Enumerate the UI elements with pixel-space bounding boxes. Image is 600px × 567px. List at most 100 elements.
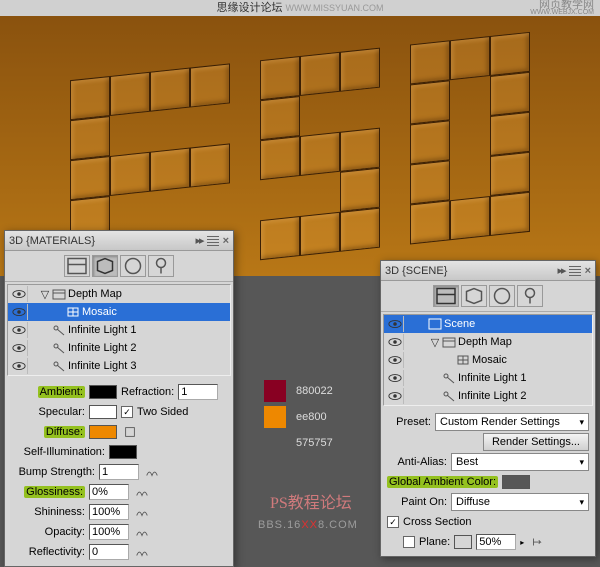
ambient-swatch[interactable] <box>89 385 117 399</box>
mesh-icon <box>66 306 80 318</box>
filter-lights-icon[interactable] <box>517 285 543 307</box>
tree-row[interactable]: Infinite Light 1 <box>8 321 230 339</box>
visibility-eye-icon[interactable] <box>386 370 404 386</box>
tree-row[interactable]: ▽ Depth Map <box>384 333 592 351</box>
tree-row[interactable]: ▽Depth Map <box>8 285 230 303</box>
tree-item-label: Infinite Light 2 <box>458 390 527 402</box>
filter-materials-icon[interactable] <box>489 285 515 307</box>
tree-item-label: Mosaic <box>82 306 117 318</box>
tree-item-label: Mosaic <box>472 354 507 366</box>
paint-label: Paint On: <box>387 496 447 508</box>
refraction-input[interactable]: 1 <box>178 384 218 400</box>
legend-label-3: 575757 <box>296 437 333 449</box>
specular-swatch[interactable] <box>89 405 117 419</box>
visibility-eye-icon[interactable] <box>10 322 28 338</box>
self-illum-label: Self-Illumination: <box>11 446 105 458</box>
header-url: WWW.MISSYUAN.COM <box>286 3 384 13</box>
tree-row[interactable]: Infinite Light 2 <box>384 387 592 405</box>
shine-tex-icon[interactable] <box>133 504 151 520</box>
disclosure-icon[interactable]: ▽ <box>40 288 50 301</box>
shine-input[interactable]: 100% <box>89 504 129 520</box>
render-settings-button[interactable]: Render Settings... <box>483 433 589 451</box>
diffuse-swatch[interactable] <box>89 425 117 439</box>
tree-row[interactable]: Infinite Light 2 <box>8 339 230 357</box>
tree-row[interactable]: Mosaic <box>384 351 592 369</box>
footer-url: BBS.16XX8.COM <box>258 517 358 533</box>
light-icon <box>442 372 456 384</box>
light-icon <box>442 390 456 402</box>
panel-menu-icon[interactable] <box>569 266 581 276</box>
plane-input[interactable]: 50% <box>476 534 516 550</box>
two-sided-checkbox[interactable]: ✓ <box>121 406 133 418</box>
visibility-eye-icon[interactable] <box>386 388 404 404</box>
tree-row[interactable]: Scene <box>384 315 592 333</box>
materials-props: Ambient: Refraction: 1 Specular: ✓ Two S… <box>5 378 233 566</box>
materials-filter-bar <box>5 251 233 282</box>
opacity-input[interactable]: 100% <box>89 524 129 540</box>
bump-label: Bump Strength: <box>11 466 95 478</box>
visibility-eye-icon[interactable] <box>386 352 404 368</box>
scene-tree[interactable]: Scene ▽ Depth Map Mosaic Infinite Light 1 Inf… <box>383 314 593 406</box>
tree-item-label: Depth Map <box>458 336 512 348</box>
aa-dropdown[interactable]: Best <box>451 453 589 471</box>
legend-swatch-1 <box>264 380 286 402</box>
tree-item-label: Scene <box>444 318 475 330</box>
collapse-icon[interactable]: ▸▸ <box>196 234 203 247</box>
collapse-icon[interactable]: ▸▸ <box>558 264 565 277</box>
gloss-tex-icon[interactable] <box>133 484 151 500</box>
filter-scene-icon[interactable] <box>64 255 90 277</box>
visibility-eye-icon[interactable] <box>10 340 28 356</box>
tree-item-label: Infinite Light 2 <box>68 342 137 354</box>
tree-row[interactable]: Mosaic <box>8 303 230 321</box>
legend-swatch-3 <box>264 432 286 454</box>
visibility-eye-icon[interactable] <box>386 316 404 332</box>
paint-dropdown[interactable]: Diffuse <box>451 493 589 511</box>
preset-dropdown[interactable]: Custom Render Settings <box>435 413 589 431</box>
filter-meshes-icon[interactable] <box>92 255 118 277</box>
two-sided-label: Two Sided <box>137 406 188 418</box>
shine-label: Shininess: <box>11 506 85 518</box>
tree-row[interactable]: Infinite Light 1 <box>384 369 592 387</box>
reflect-label: Reflectivity: <box>11 546 85 558</box>
tree-row[interactable]: Infinite Light 3 <box>8 357 230 375</box>
mesh-icon <box>456 354 470 366</box>
page-header: 思缘设计论坛 WWW.MISSYUAN.COM <box>0 0 600 16</box>
scene-panel-title[interactable]: 3D {SCENE} ▸▸ × <box>381 261 595 281</box>
gloss-input[interactable]: 0% <box>89 484 129 500</box>
opacity-tex-icon[interactable] <box>133 524 151 540</box>
plane-swatch[interactable] <box>454 535 472 549</box>
filter-scene-icon[interactable] <box>433 285 459 307</box>
close-icon[interactable]: × <box>223 235 229 247</box>
visibility-eye-icon[interactable] <box>386 334 404 350</box>
visibility-eye-icon[interactable] <box>10 304 28 320</box>
tree-item-label: Infinite Light 1 <box>458 372 527 384</box>
reflect-input[interactable]: 0 <box>89 544 129 560</box>
reflect-tex-icon[interactable] <box>133 544 151 560</box>
filter-meshes-icon[interactable] <box>461 285 487 307</box>
bump-input[interactable]: 1 <box>99 464 139 480</box>
gac-swatch[interactable] <box>502 475 530 489</box>
bump-tex-icon[interactable] <box>143 464 161 480</box>
group-icon <box>442 336 456 348</box>
close-icon[interactable]: × <box>585 265 591 277</box>
materials-panel: 3D {MATERIALS} ▸▸ × ▽Depth Map Mosaic Infi… <box>4 230 234 567</box>
panel-menu-icon[interactable] <box>207 236 219 246</box>
filter-lights-icon[interactable] <box>148 255 174 277</box>
diffuse-texture-icon[interactable] <box>121 424 139 440</box>
materials-tree[interactable]: ▽Depth Map Mosaic Infinite Light 1 Infinite… <box>7 284 231 376</box>
specular-label: Specular: <box>11 406 85 418</box>
flip-icon[interactable] <box>528 534 546 550</box>
visibility-eye-icon[interactable] <box>10 358 28 374</box>
materials-panel-title[interactable]: 3D {MATERIALS} ▸▸ × <box>5 231 233 251</box>
self-illum-swatch[interactable] <box>109 445 137 459</box>
light-icon <box>52 360 66 372</box>
cross-section-checkbox[interactable]: ✓ <box>387 516 399 528</box>
scene-panel: 3D {SCENE} ▸▸ × Scene ▽ Depth Map Mosaic Inf… <box>380 260 596 557</box>
legend-label-2: ee800 <box>296 411 327 423</box>
footer-label: PS教程论坛 <box>270 489 352 513</box>
plane-checkbox[interactable] <box>403 536 415 548</box>
visibility-eye-icon[interactable] <box>10 286 28 302</box>
color-legend: 880022 ee800 575757 <box>264 378 333 456</box>
filter-materials-icon[interactable] <box>120 255 146 277</box>
disclosure-icon[interactable]: ▽ <box>430 336 440 349</box>
